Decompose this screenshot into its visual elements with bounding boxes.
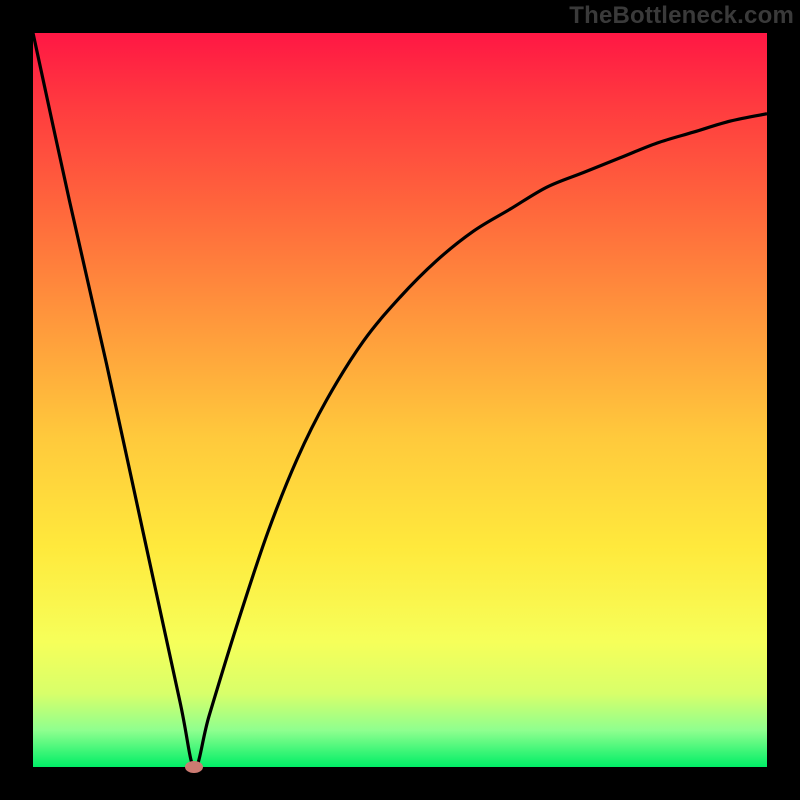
bottleneck-curve <box>33 33 767 767</box>
optimum-marker <box>185 761 203 773</box>
plot-area <box>33 33 767 767</box>
chart-frame: TheBottleneck.com <box>0 0 800 800</box>
curve-path <box>33 33 767 767</box>
watermark-text: TheBottleneck.com <box>569 2 794 30</box>
